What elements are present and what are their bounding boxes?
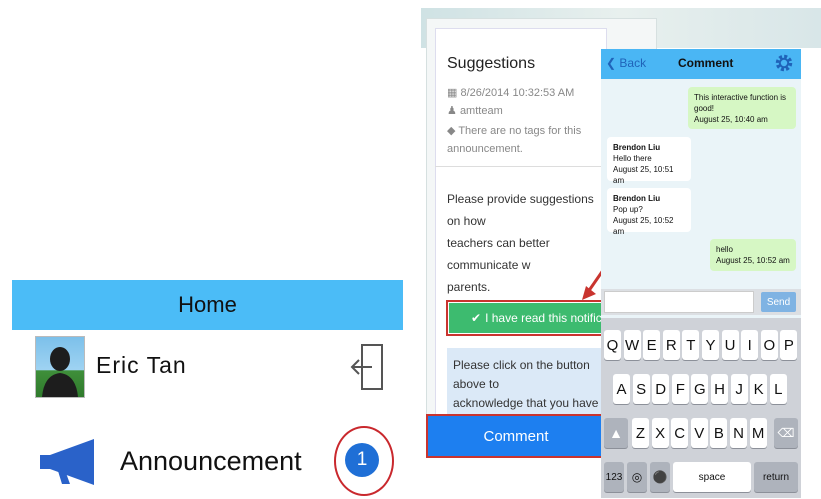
- key-o[interactable]: O: [760, 330, 778, 360]
- message-sender: Brendon Liu: [613, 194, 661, 203]
- key-w[interactable]: W: [623, 330, 641, 360]
- suggestion-tags-text: There are no tags for this announcement.: [447, 125, 582, 155]
- key-u[interactable]: U: [721, 330, 739, 360]
- message-text: hello: [716, 245, 733, 254]
- suggestion-tags: ◆ There are no tags for this announcemen…: [447, 122, 597, 158]
- chat-message: This interactive function is good! Augus…: [688, 87, 796, 129]
- message-text: Pop up?: [613, 205, 643, 214]
- key-s[interactable]: S: [632, 374, 650, 404]
- key-j[interactable]: J: [730, 374, 748, 404]
- suggestion-title: Suggestions: [447, 55, 536, 72]
- key-c[interactable]: C: [671, 418, 689, 448]
- back-button[interactable]: ❮ Back: [606, 56, 646, 70]
- avatar-silhouette-icon: [42, 347, 78, 397]
- key-r[interactable]: R: [662, 330, 680, 360]
- announcement-label[interactable]: Announcement: [120, 446, 302, 477]
- user-name: Eric Tan: [96, 352, 187, 378]
- key-t[interactable]: T: [682, 330, 700, 360]
- key-b[interactable]: B: [710, 418, 728, 448]
- key-e[interactable]: E: [643, 330, 661, 360]
- globe-icon: ◎: [631, 470, 643, 484]
- key-q[interactable]: Q: [604, 330, 621, 360]
- announcement-count-badge[interactable]: 1: [345, 443, 379, 477]
- home-title: Home: [178, 292, 237, 317]
- return-key[interactable]: return: [754, 462, 798, 492]
- acknowledge-instructions: Please click on the button above to ackn…: [447, 348, 605, 414]
- suggestion-author: ♟ amtteam: [447, 104, 503, 117]
- megaphone-icon[interactable]: [38, 437, 100, 487]
- space-key[interactable]: space: [673, 462, 751, 492]
- key-g[interactable]: G: [691, 374, 709, 404]
- key-y[interactable]: Y: [702, 330, 719, 360]
- key-z[interactable]: Z: [632, 418, 649, 448]
- read-notification-button[interactable]: ✔I have read this notification: [449, 303, 603, 333]
- numbers-key[interactable]: 123: [604, 462, 624, 492]
- chat-message: Brendon Liu Pop up? August 25, 10:52 am: [607, 188, 691, 236]
- chat-title: Comment: [678, 56, 734, 70]
- key-n[interactable]: N: [730, 418, 747, 448]
- key-a[interactable]: A: [613, 374, 630, 404]
- key-k[interactable]: K: [750, 374, 768, 404]
- message-text: This interactive function is good!: [694, 93, 787, 113]
- logout-icon[interactable]: [350, 343, 384, 391]
- comment-button[interactable]: Comment: [428, 416, 604, 456]
- check-circle-icon: ✔: [471, 311, 482, 325]
- suggestion-date: ▦ 8/26/2014 10:32:53 AM: [447, 86, 574, 99]
- message-sender: Brendon Liu: [613, 143, 661, 152]
- key-v[interactable]: V: [690, 418, 708, 448]
- globe-key[interactable]: ◎: [627, 462, 647, 492]
- home-title-bar: Home: [12, 280, 403, 330]
- chat-message: hello August 25, 10:52 am: [710, 239, 796, 271]
- key-l[interactable]: L: [769, 374, 787, 404]
- calendar-icon: ▦: [447, 87, 458, 99]
- tag-icon: ◆: [447, 125, 456, 137]
- backspace-icon: ⌫: [777, 426, 795, 440]
- key-m[interactable]: M: [749, 418, 767, 448]
- key-x[interactable]: X: [651, 418, 669, 448]
- chevron-left-icon: ❮: [606, 56, 617, 70]
- microphone-icon: ⚫: [652, 470, 668, 484]
- shift-key[interactable]: ▲: [604, 418, 628, 448]
- suggestion-author-text: amtteam: [459, 105, 503, 117]
- backspace-key[interactable]: ⌫: [774, 418, 798, 448]
- chat-message-input[interactable]: [604, 291, 754, 313]
- shift-icon: ▲: [609, 425, 623, 441]
- back-label: Back: [619, 56, 647, 70]
- message-time: August 25, 10:52 am: [716, 256, 790, 265]
- gear-icon[interactable]: [774, 52, 794, 74]
- key-d[interactable]: D: [652, 374, 670, 404]
- user-icon: ♟: [447, 105, 457, 117]
- send-button[interactable]: Send: [761, 292, 796, 312]
- chat-message: Brendon Liu Hello there August 25, 10:51…: [607, 137, 691, 185]
- read-notification-label: I have read this notification: [485, 311, 603, 325]
- key-f[interactable]: F: [671, 374, 689, 404]
- avatar[interactable]: [35, 336, 85, 398]
- comment-button-label: Comment: [483, 427, 549, 445]
- key-p[interactable]: P: [780, 330, 798, 360]
- key-h[interactable]: H: [711, 374, 728, 404]
- message-time: August 25, 10:40 am: [694, 115, 768, 124]
- message-text: Hello there: [613, 154, 652, 163]
- divider: [435, 166, 605, 167]
- mic-key[interactable]: ⚫: [650, 462, 670, 492]
- suggestion-date-text: 8/26/2014 10:32:53 AM: [460, 87, 575, 99]
- key-i[interactable]: I: [741, 330, 759, 360]
